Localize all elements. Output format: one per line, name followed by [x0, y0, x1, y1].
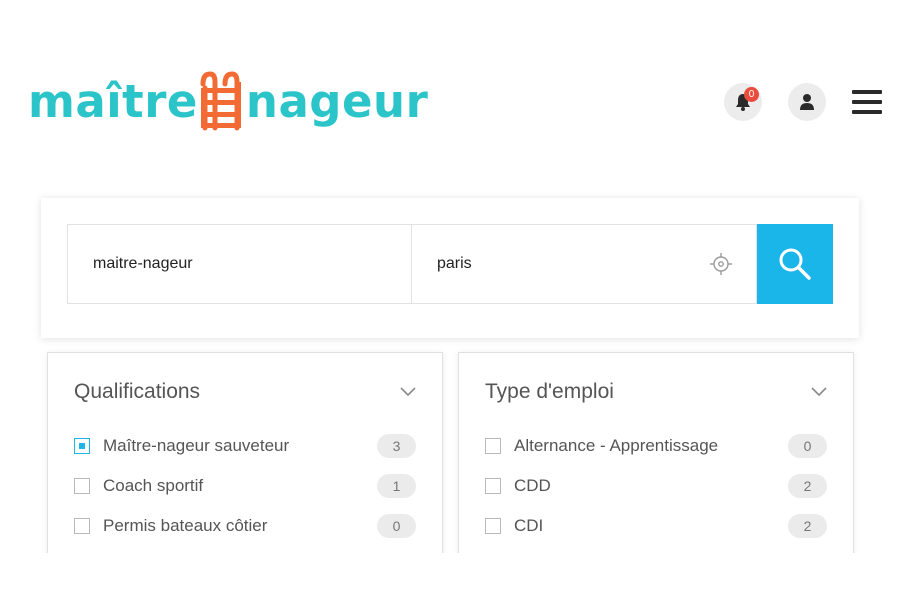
- filter-count-badge: 3: [377, 434, 416, 458]
- checkbox-checked[interactable]: [74, 438, 90, 454]
- filter-count-badge: 2: [788, 514, 827, 538]
- checkbox[interactable]: [485, 438, 501, 454]
- job-search-field[interactable]: [67, 224, 412, 304]
- checkbox[interactable]: [74, 518, 90, 534]
- location-input[interactable]: [412, 225, 756, 303]
- filter-option-label: Coach sportif: [103, 476, 204, 495]
- checkbox[interactable]: [485, 478, 501, 494]
- search-icon: [779, 248, 811, 280]
- filter-option-label: CDI: [514, 516, 544, 535]
- qualifications-title: Qualifications: [74, 380, 201, 403]
- job-type-filter-panel: Type d'emploi Alternance - Apprentissage…: [458, 352, 854, 562]
- chevron-down-icon[interactable]: [811, 387, 827, 397]
- checkbox[interactable]: [74, 478, 90, 494]
- filter-count-badge: 2: [788, 474, 827, 498]
- filter-option-coach-sportif[interactable]: Coach sportif 1: [74, 473, 416, 499]
- page-bottom-crop: [0, 553, 900, 600]
- search-card: [41, 198, 859, 338]
- filter-option-label: Maître-nageur sauveteur: [103, 436, 290, 455]
- filter-option-permis-bateaux-cotier[interactable]: Permis bateaux côtier 0: [74, 513, 416, 539]
- job-search-input[interactable]: [68, 225, 411, 303]
- notifications-button[interactable]: 0: [724, 83, 762, 121]
- filter-option-label: Permis bateaux côtier: [103, 516, 268, 535]
- account-button[interactable]: [788, 83, 826, 121]
- location-search-field[interactable]: [411, 224, 757, 304]
- chevron-down-icon[interactable]: [400, 387, 416, 397]
- crosshair-icon[interactable]: [710, 253, 732, 275]
- filter-count-badge: 0: [377, 514, 416, 538]
- filter-count-badge: 0: [788, 434, 827, 458]
- filter-option-label: CDD: [514, 476, 551, 495]
- job-type-title: Type d'emploi: [485, 380, 614, 403]
- notification-count-badge: 0: [744, 87, 759, 102]
- filter-count-badge: 1: [377, 474, 416, 498]
- user-icon: [800, 94, 814, 110]
- site-logo[interactable]: maître nageur: [28, 70, 428, 132]
- logo-text-maitre: maître: [28, 74, 198, 128]
- hamburger-menu-icon[interactable]: [852, 88, 882, 116]
- filter-option-label: Alternance - Apprentissage: [514, 436, 719, 455]
- qualifications-filter-panel: Qualifications Maître-nageur sauveteur 3…: [47, 352, 443, 562]
- checkbox[interactable]: [485, 518, 501, 534]
- filter-option-alternance[interactable]: Alternance - Apprentissage 0: [485, 433, 827, 459]
- search-button[interactable]: [757, 224, 833, 304]
- pool-ladder-icon: [200, 71, 241, 131]
- filter-option-cdi[interactable]: CDI 2: [485, 513, 827, 539]
- logo-text-nageur: nageur: [245, 74, 429, 128]
- filter-option-maitre-nageur-sauveteur[interactable]: Maître-nageur sauveteur 3: [74, 433, 416, 459]
- filter-option-cdd[interactable]: CDD 2: [485, 473, 827, 499]
